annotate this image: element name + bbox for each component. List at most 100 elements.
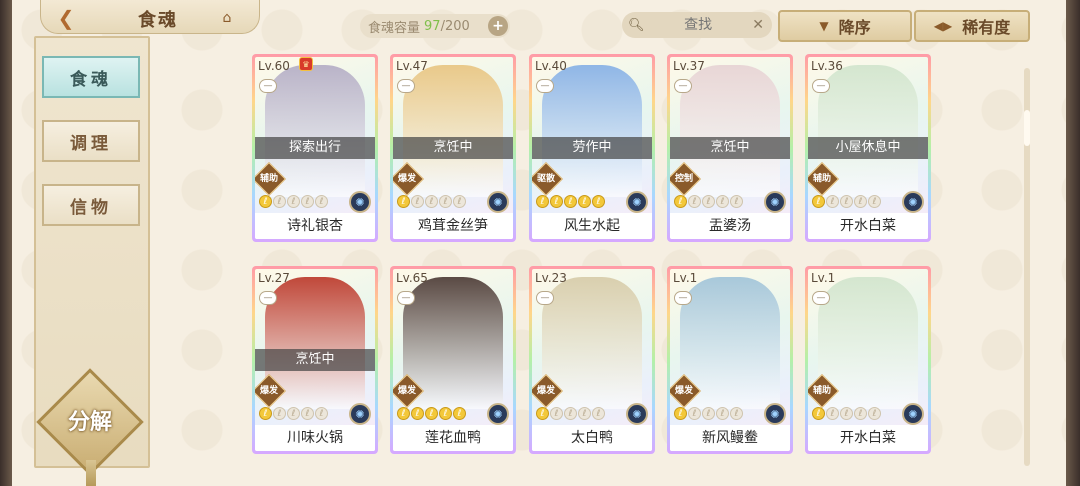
star-icon: ℓ <box>397 407 410 420</box>
star-icon: ℓ <box>550 407 563 420</box>
food-soul-name: 盂婆汤 <box>670 213 790 239</box>
element-emblem-icon: ✺ <box>902 403 924 425</box>
star-icon: ℓ <box>688 407 701 420</box>
search-input[interactable] <box>644 17 753 33</box>
role-label: 辅助 <box>812 174 831 184</box>
level-label: Lv.47 <box>396 59 428 73</box>
element-emblem-icon: ✺ <box>487 191 509 213</box>
food-soul-card[interactable]: Lv.36— 小屋休息中 辅助 ℓ ℓ ℓ ℓ ℓ ✺ 开水白菜 <box>805 54 931 242</box>
star-icon: ℓ <box>716 407 729 420</box>
food-soul-card[interactable]: Lv.1— 爆发 ℓ ℓ ℓ ℓ ℓ ✺ 新风鳗鲞 <box>667 266 793 454</box>
lock-toggle-icon[interactable]: — <box>397 291 415 305</box>
sidebar-item-conditioning[interactable]: 调理 <box>42 120 140 162</box>
scroll-thumb[interactable] <box>1024 110 1030 146</box>
star-icon: ℓ <box>592 195 605 208</box>
star-icon: ℓ <box>812 195 825 208</box>
star-icon: ℓ <box>425 195 438 208</box>
sort-key-button[interactable]: ◀▶ 稀有度 <box>914 10 1030 42</box>
card-body: Lv.1— 爆发 ℓ ℓ ℓ ℓ ℓ ✺ 新风鳗鲞 <box>670 269 790 451</box>
add-capacity-button[interactable]: + <box>488 16 508 36</box>
crown-badge-icon: ♛ <box>299 57 313 71</box>
element-emblem-icon: ✺ <box>487 403 509 425</box>
food-soul-card[interactable]: Lv.1— 辅助 ℓ ℓ ℓ ℓ ℓ ✺ 开水白菜 <box>805 266 931 454</box>
search-box: 🔍︎ ✕ <box>622 12 772 38</box>
card-body: Lv.37— 烹饪中 控制 ℓ ℓ ℓ ℓ ℓ ✺ 盂婆汤 <box>670 57 790 239</box>
status-banner: 探索出行 <box>255 137 375 159</box>
sidebar-item-tokens[interactable]: 信物 <box>42 184 140 226</box>
star-icon: ℓ <box>716 195 729 208</box>
food-soul-name: 莲花血鸭 <box>393 425 513 451</box>
star-icon: ℓ <box>425 407 438 420</box>
scrollbar[interactable] <box>1024 68 1030 466</box>
food-soul-name: 开水白菜 <box>808 213 928 239</box>
star-icon: ℓ <box>868 195 881 208</box>
food-soul-card[interactable]: Lv.27— 烹饪中 爆发 ℓ ℓ ℓ ℓ ℓ ✺ 川味火锅 <box>252 266 378 454</box>
food-soul-card[interactable]: Lv.60— ♛ 探索出行 辅助 ℓ ℓ ℓ ℓ ℓ ✺ 诗礼银杏 <box>252 54 378 242</box>
food-soul-card[interactable]: Lv.47— 烹饪中 爆发 ℓ ℓ ℓ ℓ ℓ ✺ 鸡茸金丝笋 <box>390 54 516 242</box>
role-label: 控制 <box>674 174 693 184</box>
card-body: Lv.36— 小屋休息中 辅助 ℓ ℓ ℓ ℓ ℓ ✺ 开水白菜 <box>808 57 928 239</box>
star-icon: ℓ <box>536 407 549 420</box>
food-soul-card[interactable]: Lv.65— 爆发 ℓ ℓ ℓ ℓ ℓ ✺ 莲花血鸭 <box>390 266 516 454</box>
star-rating: ℓℓℓℓℓ <box>259 407 328 420</box>
star-icon: ℓ <box>301 407 314 420</box>
star-icon: ℓ <box>564 407 577 420</box>
lock-toggle-icon[interactable]: — <box>812 79 830 93</box>
level-label: Lv.40 <box>535 59 567 73</box>
close-icon[interactable]: ✕ <box>752 17 764 33</box>
card-body: Lv.47— 烹饪中 爆发 ℓ ℓ ℓ ℓ ℓ ✺ 鸡茸金丝笋 <box>393 57 513 239</box>
food-soul-name: 诗礼银杏 <box>255 213 375 239</box>
status-banner: 小屋休息中 <box>808 137 928 159</box>
star-rating: ℓℓℓℓℓ <box>536 195 605 208</box>
star-icon: ℓ <box>273 407 286 420</box>
level-label: Lv.1 <box>673 271 698 285</box>
card-body: Lv.27— 烹饪中 爆发 ℓ ℓ ℓ ℓ ℓ ✺ 川味火锅 <box>255 269 375 451</box>
level-label: Lv.37 <box>673 59 705 73</box>
lock-toggle-icon[interactable]: — <box>397 79 415 93</box>
level-label: Lv.1 <box>811 271 836 285</box>
food-soul-name: 川味火锅 <box>255 425 375 451</box>
lock-toggle-icon[interactable]: — <box>674 291 692 305</box>
sort-key-label: 稀有度 <box>962 18 1011 37</box>
sidebar-item-food-souls[interactable]: 食魂 <box>42 56 140 98</box>
food-soul-name: 开水白菜 <box>808 425 928 451</box>
role-label: 爆发 <box>397 174 416 184</box>
card-body: Lv.65— 爆发 ℓ ℓ ℓ ℓ ℓ ✺ 莲花血鸭 <box>393 269 513 451</box>
capacity-current: 97 <box>424 18 441 34</box>
element-emblem-icon: ✺ <box>626 191 648 213</box>
food-soul-card[interactable]: Lv.40— 劳作中 驱散 ℓ ℓ ℓ ℓ ℓ ✺ 风生水起 <box>529 54 655 242</box>
level-label: Lv.60 <box>258 59 290 73</box>
element-emblem-icon: ✺ <box>349 403 371 425</box>
star-icon: ℓ <box>674 407 687 420</box>
star-rating: ℓℓℓℓℓ <box>397 195 466 208</box>
sidebar-item-label: 信物 <box>70 197 112 218</box>
card-body: Lv.40— 劳作中 驱散 ℓ ℓ ℓ ℓ ℓ ✺ 风生水起 <box>532 57 652 239</box>
home-icon[interactable]: ⌂ <box>214 8 240 28</box>
sort-order-button[interactable]: ▼ 降序 <box>778 10 912 42</box>
lock-toggle-icon[interactable]: — <box>812 291 830 305</box>
lock-toggle-icon[interactable]: — <box>674 79 692 93</box>
element-emblem-icon: ✺ <box>764 403 786 425</box>
star-icon: ℓ <box>592 407 605 420</box>
left-frame <box>0 0 12 486</box>
level-label: Lv.36 <box>811 59 843 73</box>
status-banner: 烹饪中 <box>670 137 790 159</box>
lock-toggle-icon[interactable]: — <box>259 79 277 93</box>
card-body: Lv.23— 爆发 ℓ ℓ ℓ ℓ ℓ ✺ 太白鸭 <box>532 269 652 451</box>
search-icon: 🔍︎ <box>628 17 645 33</box>
food-soul-name: 鸡茸金丝笋 <box>393 213 513 239</box>
back-button[interactable]: ❮ <box>44 4 88 32</box>
star-icon: ℓ <box>840 195 853 208</box>
food-soul-card[interactable]: Lv.37— 烹饪中 控制 ℓ ℓ ℓ ℓ ℓ ✺ 盂婆汤 <box>667 54 793 242</box>
food-soul-card[interactable]: Lv.23— 爆发 ℓ ℓ ℓ ℓ ℓ ✺ 太白鸭 <box>529 266 655 454</box>
role-label: 爆发 <box>259 386 278 396</box>
sidebar-item-label: 调理 <box>70 133 112 154</box>
lock-toggle-icon[interactable]: — <box>536 79 554 93</box>
lock-toggle-icon[interactable]: — <box>536 291 554 305</box>
level-label: Lv.27 <box>258 271 290 285</box>
star-icon: ℓ <box>550 195 563 208</box>
decompose-label[interactable]: 分解 <box>50 404 130 436</box>
lock-toggle-icon[interactable]: — <box>259 291 277 305</box>
star-icon: ℓ <box>578 195 591 208</box>
capacity-max: /200 <box>440 18 470 34</box>
